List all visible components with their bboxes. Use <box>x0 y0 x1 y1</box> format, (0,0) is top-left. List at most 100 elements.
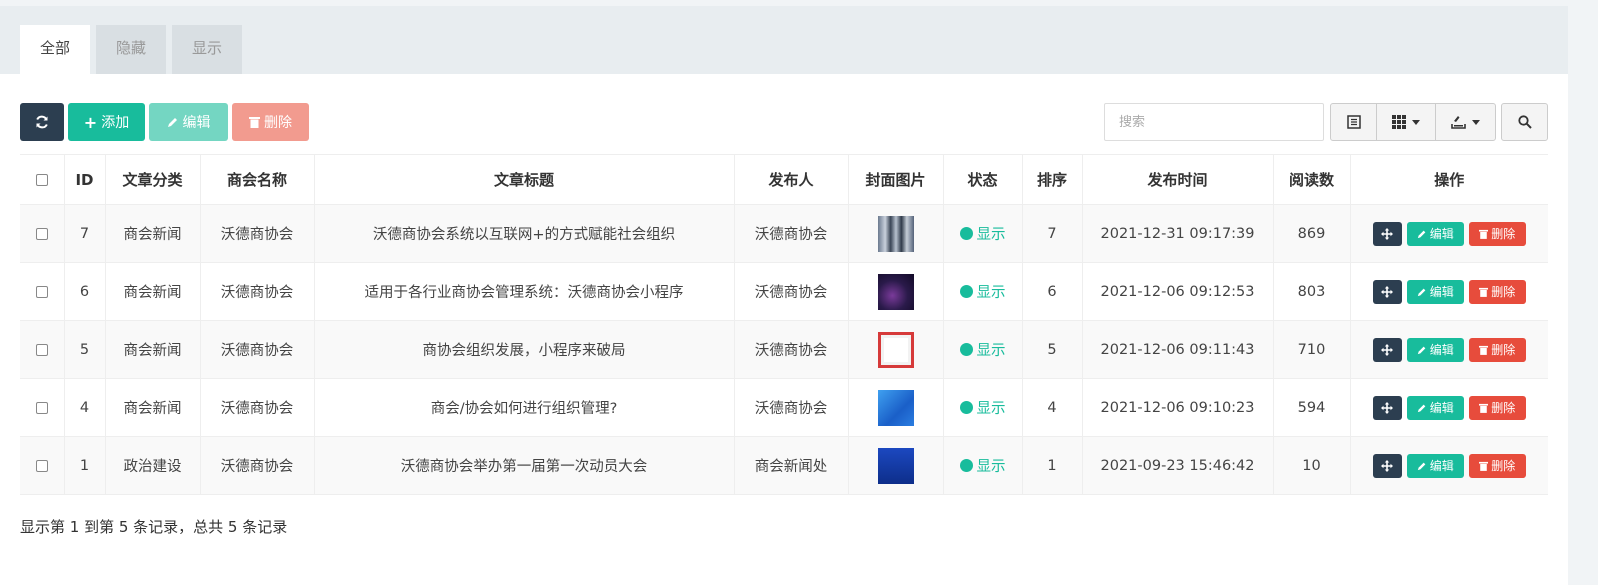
row-delete-button[interactable]: 删除 <box>1468 395 1526 420</box>
view-tools <box>1330 103 1496 141</box>
cell-publisher: 沃德商协会 <box>733 320 848 379</box>
drag-sort-button[interactable] <box>1372 221 1402 246</box>
pencil-icon <box>1417 229 1427 239</box>
drag-sort-button[interactable] <box>1372 453 1402 478</box>
table-row[interactable]: 1 政治建设 沃德商协会 沃德商协会举办第一届第一次动员大会 商会新闻处 显示 … <box>20 436 1548 495</box>
drag-sort-button[interactable] <box>1372 395 1402 420</box>
cover-navy-image[interactable] <box>877 447 914 484</box>
cell-status: 显示 <box>942 378 1022 437</box>
cell-chamber: 沃德商协会 <box>199 262 314 321</box>
cell-sort: 4 <box>1021 378 1082 437</box>
cell-time: 2021-12-06 09:12:53 <box>1081 262 1273 321</box>
row-checkbox[interactable] <box>35 459 48 472</box>
row-checkbox[interactable] <box>35 227 48 240</box>
row-delete-label: 删除 <box>1491 401 1516 415</box>
row-edit-label: 编辑 <box>1429 285 1454 299</box>
drag-sort-button[interactable] <box>1372 337 1402 362</box>
cell-category: 政治建设 <box>104 436 200 495</box>
column-header[interactable]: ID <box>63 154 105 205</box>
cell-id: 1 <box>63 436 105 495</box>
row-edit-button[interactable]: 编辑 <box>1406 395 1464 420</box>
row-edit-button[interactable]: 编辑 <box>1406 337 1464 362</box>
status-badge[interactable]: 显示 <box>959 339 1006 360</box>
table-row[interactable]: 6 商会新闻 沃德商协会 适用于各行业商协会管理系统：沃德商协会小程序 沃德商协… <box>20 262 1548 321</box>
tab-bar: 全部 隐藏 显示 <box>0 6 1568 74</box>
row-checkbox[interactable] <box>35 401 48 414</box>
cover-dark-image[interactable] <box>877 273 914 310</box>
row-checkbox[interactable] <box>35 285 48 298</box>
column-header[interactable]: 文章标题 <box>313 154 734 205</box>
cover-red-image[interactable] <box>877 331 914 368</box>
pagination-summary: 显示第 1 到第 5 条记录，总共 5 条记录 <box>20 518 288 536</box>
column-header: 操作 <box>1349 154 1548 205</box>
cell-status: 显示 <box>942 262 1022 321</box>
search-input[interactable] <box>1104 103 1324 141</box>
row-delete-button[interactable]: 删除 <box>1468 279 1526 304</box>
toggle-view-button[interactable] <box>1331 104 1377 140</box>
cell-cover <box>847 320 943 379</box>
column-header[interactable]: 排序 <box>1021 154 1082 205</box>
table-row[interactable]: 5 商会新闻 沃德商协会 商协会组织发展，小程序来破局 沃德商协会 显示 5 2… <box>20 320 1548 379</box>
row-delete-label: 删除 <box>1491 227 1516 241</box>
status-badge[interactable]: 显示 <box>959 223 1006 244</box>
tab-all[interactable]: 全部 <box>20 25 90 74</box>
column-header[interactable]: 商会名称 <box>199 154 314 205</box>
select-all-checkbox[interactable] <box>35 174 48 186</box>
row-edit-button[interactable]: 编辑 <box>1406 279 1464 304</box>
row-checkbox[interactable] <box>35 343 48 356</box>
article-table: ID 文章分类 商会名称 文章标题 发布人 封面图片 状态 排序 发布时间 阅读… <box>20 154 1548 495</box>
row-delete-button[interactable]: 删除 <box>1468 453 1526 478</box>
list-icon <box>1346 115 1361 129</box>
tab-hidden[interactable]: 隐藏 <box>96 25 166 74</box>
status-badge[interactable]: 显示 <box>959 397 1006 418</box>
cell-chamber: 沃德商协会 <box>199 436 314 495</box>
column-header[interactable]: 文章分类 <box>104 154 200 205</box>
plus-icon: + <box>83 112 98 132</box>
column-header[interactable]: 状态 <box>942 154 1022 205</box>
status-label: 显示 <box>976 401 1006 417</box>
row-edit-button[interactable]: 编辑 <box>1406 453 1464 478</box>
column-header[interactable]: 发布人 <box>733 154 848 205</box>
pencil-icon <box>1417 287 1427 297</box>
export-dropdown[interactable] <box>1436 104 1495 140</box>
column-header[interactable]: 封面图片 <box>847 154 943 205</box>
cell-title: 商协会组织发展，小程序来破局 <box>313 320 734 379</box>
columns-dropdown[interactable] <box>1377 104 1436 140</box>
column-header[interactable]: 阅读数 <box>1272 154 1350 205</box>
search-button[interactable] <box>1501 103 1548 141</box>
row-delete-button[interactable]: 删除 <box>1468 221 1526 246</box>
row-delete-button[interactable]: 删除 <box>1468 337 1526 362</box>
cover-blue-image[interactable] <box>877 389 914 426</box>
column-header[interactable]: 发布时间 <box>1081 154 1273 205</box>
refresh-button[interactable] <box>20 103 64 141</box>
row-delete-label: 删除 <box>1491 285 1516 299</box>
cell-sort: 6 <box>1021 262 1082 321</box>
add-button[interactable]: + 添加 <box>68 103 145 141</box>
table-row[interactable]: 7 商会新闻 沃德商协会 沃德商协会系统以互联网+的方式赋能社会组织 沃德商协会… <box>20 204 1548 263</box>
cell-reads: 803 <box>1272 262 1350 321</box>
cell-cover <box>847 436 943 495</box>
main-panel: 全部 隐藏 显示 + 添加 编辑 删除 搜索 ID 文章分类 商会名称 文章标题… <box>0 6 1568 585</box>
move-icon <box>1381 459 1394 472</box>
cell-title: 适用于各行业商协会管理系统：沃德商协会小程序 <box>313 262 734 321</box>
pencil-icon <box>1417 345 1427 355</box>
drag-sort-button[interactable] <box>1372 279 1402 304</box>
cover-people-image[interactable] <box>877 215 914 252</box>
edit-button[interactable]: 编辑 <box>149 103 228 141</box>
tab-visible[interactable]: 显示 <box>172 25 242 74</box>
move-icon <box>1381 227 1394 240</box>
cell-time: 2021-09-23 15:46:42 <box>1081 436 1273 495</box>
table-row[interactable]: 4 商会新闻 沃德商协会 商会/协会如何进行组织管理? 沃德商协会 显示 4 2… <box>20 378 1548 437</box>
cell-status: 显示 <box>942 436 1022 495</box>
cell-id: 7 <box>63 204 105 263</box>
refresh-icon <box>35 115 49 129</box>
delete-button[interactable]: 删除 <box>232 103 309 141</box>
cell-title: 沃德商协会系统以互联网+的方式赋能社会组织 <box>313 204 734 263</box>
cell-status: 显示 <box>942 204 1022 263</box>
cell-reads: 869 <box>1272 204 1350 263</box>
pencil-icon <box>1417 403 1427 413</box>
status-badge[interactable]: 显示 <box>959 455 1006 476</box>
cell-publisher: 商会新闻处 <box>733 436 848 495</box>
row-edit-button[interactable]: 编辑 <box>1406 221 1464 246</box>
status-badge[interactable]: 显示 <box>959 281 1006 302</box>
